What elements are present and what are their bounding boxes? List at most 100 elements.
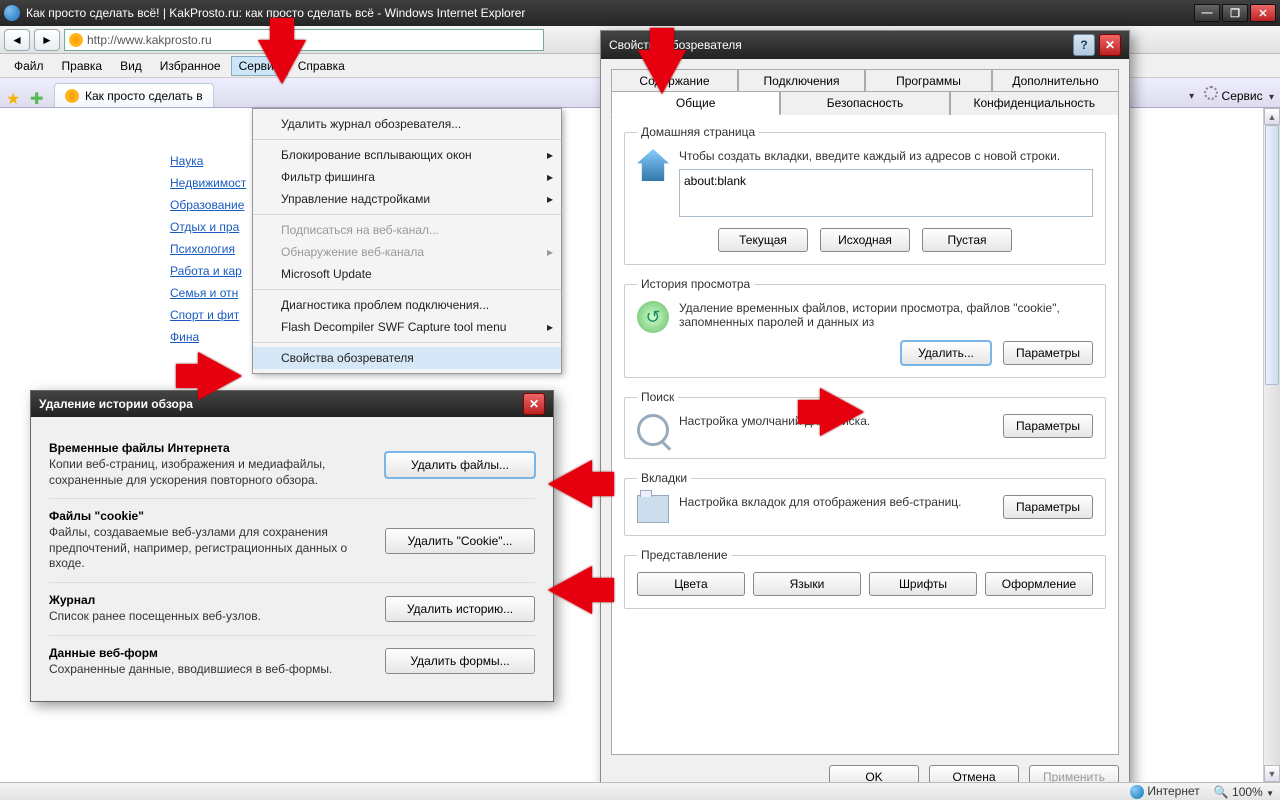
status-bar: Интернет 🔍 100% ▼ [0, 782, 1280, 800]
delete-history-dialog: Удаление истории обзора ✕ Временные файл… [30, 390, 554, 702]
link[interactable]: Отдых и пра [170, 220, 246, 234]
link[interactable]: Психология [170, 242, 246, 256]
dialog-titlebar[interactable]: Удаление истории обзора ✕ [31, 391, 553, 417]
accessibility-button[interactable]: Оформление [985, 572, 1093, 596]
ie-icon [4, 5, 20, 21]
link[interactable]: Спорт и фит [170, 308, 246, 322]
dd-microsoft-update[interactable]: Microsoft Update [253, 263, 561, 285]
tab-connections[interactable]: Подключения [738, 69, 865, 92]
menu-edit[interactable]: Правка [54, 56, 111, 76]
link[interactable]: Образование [170, 198, 246, 212]
dd-subscribe-feed: Подписаться на веб-канал... [253, 219, 561, 241]
group-appearance: Представление Цвета Языки Шрифты Оформле… [624, 548, 1106, 609]
row-heading: Журнал [49, 593, 369, 607]
page-category-links: Наука Недвижимост Образование Отдых и пр… [170, 154, 246, 344]
group-legend: Домашняя страница [637, 125, 759, 139]
history-icon [637, 301, 669, 333]
search-text: Настройка умолчаний для поиска. [679, 414, 993, 446]
row-heading: Данные веб-форм [49, 646, 369, 660]
dialog-close-button[interactable]: ✕ [523, 393, 545, 415]
forward-button[interactable]: ► [34, 29, 60, 51]
history-delete-button[interactable]: Удалить... [901, 341, 991, 365]
search-icon [637, 414, 669, 446]
homepage-default-button[interactable]: Исходная [820, 228, 910, 252]
window-title: Как просто сделать всё! | KakProsto.ru: … [26, 6, 1194, 20]
dd-addons[interactable]: Управление надстройками [253, 188, 561, 210]
homepage-text: Чтобы создать вкладки, введите каждый из… [679, 149, 1093, 163]
link[interactable]: Фина [170, 330, 246, 344]
minimize-button[interactable]: — [1194, 4, 1220, 22]
link[interactable]: Работа и кар [170, 264, 246, 278]
tab-favicon-icon [65, 89, 79, 103]
dialog-help-button[interactable]: ? [1073, 34, 1095, 56]
menu-view[interactable]: Вид [112, 56, 150, 76]
dialog-close-button[interactable]: ✕ [1099, 34, 1121, 56]
dd-flash-decompiler[interactable]: Flash Decompiler SWF Capture tool menu [253, 316, 561, 338]
delete-files-button[interactable]: Удалить файлы... [385, 452, 535, 478]
menu-favorites[interactable]: Избранное [152, 56, 229, 76]
toolbar-more[interactable] [1186, 88, 1194, 102]
row-heading: Временные файлы Интернета [49, 441, 369, 455]
dd-popup-blocker[interactable]: Блокирование всплывающих окон [253, 144, 561, 166]
page-scrollbar[interactable]: ▲ ▼ [1263, 108, 1280, 782]
dd-internet-options[interactable]: Свойства обозревателя [253, 347, 561, 369]
tab-content[interactable]: Содержание [611, 69, 738, 92]
dd-feed-discovery: Обнаружение веб-канала [253, 241, 561, 263]
menu-help[interactable]: Справка [290, 56, 353, 76]
globe-icon [1130, 785, 1144, 799]
scroll-down-button[interactable]: ▼ [1264, 765, 1280, 782]
delete-history-button[interactable]: Удалить историю... [385, 596, 535, 622]
close-button[interactable]: ✕ [1250, 4, 1276, 22]
dd-delete-history[interactable]: Удалить журнал обозревателя... [253, 113, 561, 135]
zoom-control[interactable]: 🔍 100% ▼ [1214, 785, 1274, 799]
maximize-button[interactable]: ❐ [1222, 4, 1248, 22]
colors-button[interactable]: Цвета [637, 572, 745, 596]
tabs-params-button[interactable]: Параметры [1003, 495, 1093, 519]
group-legend: Вкладки [637, 471, 691, 485]
row-desc: Список ранее посещенных веб-узлов. [49, 609, 369, 625]
history-text: Удаление временных файлов, истории просм… [679, 301, 1093, 333]
tab-security[interactable]: Безопасность [780, 91, 949, 115]
languages-button[interactable]: Языки [753, 572, 861, 596]
delete-cookies-button[interactable]: Удалить "Cookie"... [385, 528, 535, 554]
toolbar-tools[interactable]: Сервис [1204, 86, 1274, 103]
back-button[interactable]: ◄ [4, 29, 30, 51]
tools-dropdown-menu: Удалить журнал обозревателя... Блокирова… [252, 108, 562, 374]
browser-tab[interactable]: Как просто сделать в [54, 83, 214, 107]
history-params-button[interactable]: Параметры [1003, 341, 1093, 365]
dd-connection-diag[interactable]: Диагностика проблем подключения... [253, 294, 561, 316]
add-favorite-icon[interactable]: ✚ [30, 89, 48, 107]
favorites-star-icon[interactable]: ★ [6, 89, 24, 107]
group-search: Поиск Настройка умолчаний для поиска. Па… [624, 390, 1106, 459]
zone-label: Интернет [1147, 784, 1199, 798]
tab-advanced[interactable]: Дополнительно [992, 69, 1119, 92]
home-icon [637, 149, 669, 181]
tabs-text: Настройка вкладок для отображения веб-ст… [679, 495, 993, 523]
group-history: История просмотра Удаление временных фай… [624, 277, 1106, 378]
homepage-current-button[interactable]: Текущая [718, 228, 808, 252]
row-desc: Файлы, создаваемые веб-узлами для сохран… [49, 525, 369, 572]
scroll-up-button[interactable]: ▲ [1264, 108, 1280, 125]
menu-file[interactable]: Файл [6, 56, 52, 76]
tab-privacy[interactable]: Конфиденциальность [950, 91, 1119, 115]
tab-programs[interactable]: Программы [865, 69, 992, 92]
address-bar[interactable]: http://www.kakprosto.ru [64, 29, 544, 51]
search-params-button[interactable]: Параметры [1003, 414, 1093, 438]
scroll-thumb[interactable] [1265, 125, 1279, 385]
homepage-input[interactable] [679, 169, 1093, 217]
tab-general[interactable]: Общие [611, 91, 780, 115]
tabs-icon [637, 495, 669, 523]
link[interactable]: Семья и отн [170, 286, 246, 300]
link[interactable]: Наука [170, 154, 246, 168]
menu-tools[interactable]: Сервис [231, 56, 288, 76]
homepage-blank-button[interactable]: Пустая [922, 228, 1012, 252]
fonts-button[interactable]: Шрифты [869, 572, 977, 596]
group-legend: Поиск [637, 390, 678, 404]
dialog-title: Удаление истории обзора [39, 397, 523, 411]
dialog-titlebar[interactable]: Свойства обозревателя ? ✕ [601, 31, 1129, 59]
dd-phishing-filter[interactable]: Фильтр фишинга [253, 166, 561, 188]
link[interactable]: Недвижимост [170, 176, 246, 190]
row-heading: Файлы "cookie" [49, 509, 369, 523]
window-titlebar: Как просто сделать всё! | KakProsto.ru: … [0, 0, 1280, 26]
delete-forms-button[interactable]: Удалить формы... [385, 648, 535, 674]
